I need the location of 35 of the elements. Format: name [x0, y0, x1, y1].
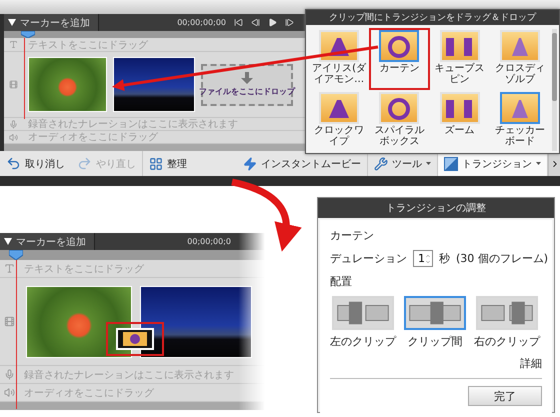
transition-label: ズーム [444, 125, 475, 136]
add-marker-button[interactable]: マーカーを追加 [0, 233, 95, 250]
undo-button[interactable]: 取り消し [0, 151, 71, 176]
transition-label: クロックワイプ [313, 125, 366, 147]
transition-label: キューブスピン [434, 63, 486, 85]
drop-zone[interactable]: ファイルをここにドロップ [201, 64, 293, 106]
track-hint: 録音されたナレーションはここに表示されます [27, 118, 238, 131]
duration-label: デュレーション [330, 251, 407, 266]
unit-label: 秒 [439, 251, 450, 266]
transition-label: チェッカーボード [494, 125, 546, 147]
duration-field[interactable]: 1 [413, 250, 433, 267]
timecode: 00;00;00;0 [187, 237, 231, 246]
frames-label: (30 個のフレーム) [456, 251, 548, 266]
alignment-option[interactable]: 左のクリップ [330, 296, 396, 349]
track-hint: テキストをここにドラッグ [23, 262, 144, 276]
dialog-title: トランジションの調整 [318, 198, 554, 218]
track-hint: オーディオをここにドラッグ [27, 131, 158, 144]
track-hint: オーディオをここにドラッグ [23, 386, 154, 400]
done-button[interactable]: 完了 [468, 386, 542, 406]
track-hint: 録音されたナレーションはここに表示されます [23, 368, 234, 382]
effect-name: カーテン [330, 228, 375, 243]
alignment-option[interactable]: クリップ間 [404, 296, 466, 349]
panel-title: クリップ間にトランジションをドラッグ＆ドロップ [306, 10, 559, 25]
details-link[interactable]: 詳細 [520, 356, 542, 371]
transition-label: スパイラルボックス [373, 125, 426, 147]
transition-label: カーテン [379, 63, 420, 74]
track-hint: テキストをここにドラッグ [27, 38, 148, 52]
drop-zone-label: ファイルをここにドロップ [199, 86, 295, 97]
transition-label: クロスディゾルブ [494, 63, 546, 85]
timecode: 00;00;00;00 [177, 18, 226, 27]
add-marker-button[interactable]: マーカーを追加 [4, 14, 99, 31]
organize-button[interactable]: 整理 [143, 151, 193, 176]
alignment-option[interactable]: 右のクリップ [474, 296, 540, 349]
transition-label: アイリス(ダイアモン… [311, 63, 368, 85]
alignment-label: 配置 [330, 274, 353, 289]
